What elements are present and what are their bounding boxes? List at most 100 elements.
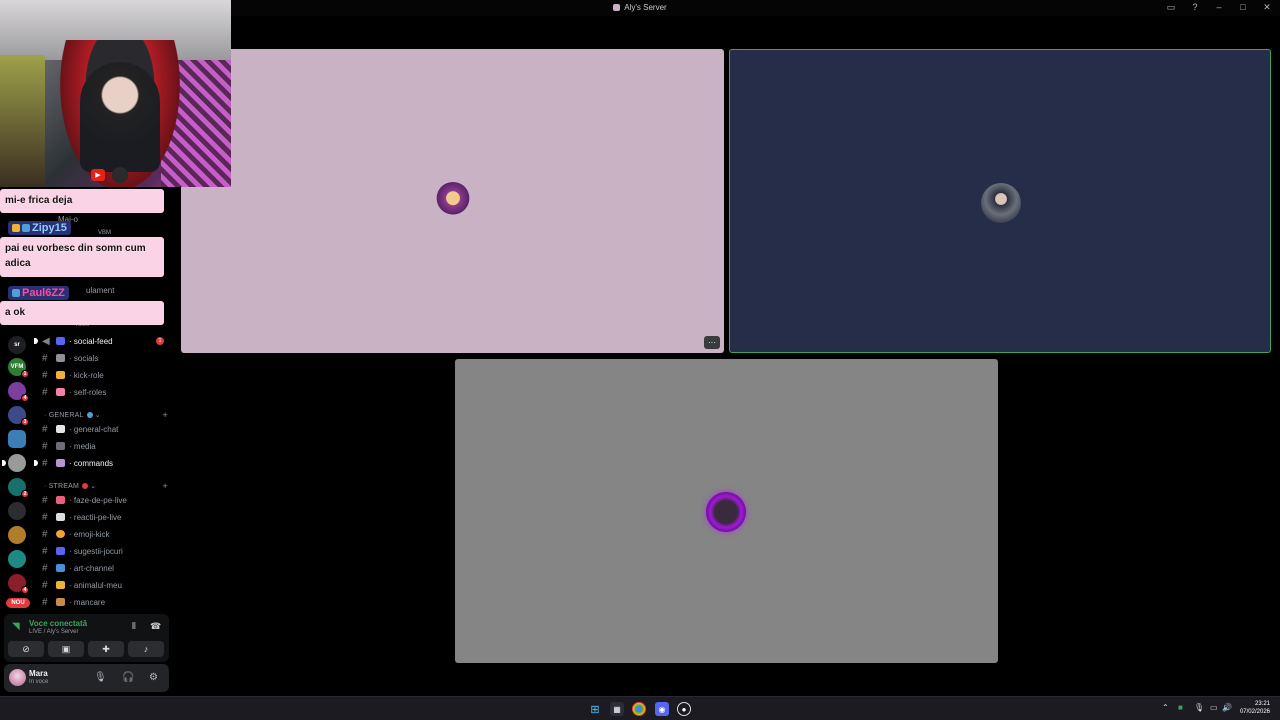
activities-button[interactable]: ✚ xyxy=(88,641,124,657)
channel-emoji xyxy=(56,513,65,521)
hash-icon: # xyxy=(42,596,48,608)
maximize-button[interactable]: □ xyxy=(1238,2,1248,13)
channel-emoji-kick[interactable]: # · emoji-kick xyxy=(42,527,170,541)
guild-item[interactable] xyxy=(8,430,26,448)
channel-reactii-pe-live[interactable]: # · reactii-pe-live xyxy=(42,510,170,524)
category-stream[interactable]: · STREAM ⌄ + xyxy=(44,480,168,492)
add-channel-icon[interactable]: + xyxy=(163,410,168,420)
microphone-icon[interactable]: 🎙 xyxy=(1194,703,1204,712)
guild-item[interactable]: sr xyxy=(8,336,26,354)
guild-item[interactable] xyxy=(2,454,26,472)
voice-connection-panel: ◥ Voce conectată LIVE / Aly's Server ⫴ ☎… xyxy=(4,614,169,662)
more-options-button[interactable]: ··· xyxy=(704,336,720,349)
channel-emoji xyxy=(56,496,65,504)
settings-icon[interactable]: ⚙ xyxy=(149,672,158,683)
noise-suppression-icon[interactable]: ⫴ xyxy=(132,621,136,632)
username[interactable]: Mara xyxy=(29,669,48,678)
signal-icon[interactable]: ◥ xyxy=(12,621,24,633)
guild-item[interactable] xyxy=(8,526,26,544)
chat-message: mi-e frica deja xyxy=(0,189,164,213)
link-icon xyxy=(56,354,65,362)
smile-icon xyxy=(56,530,65,538)
network-icon[interactable]: ▭ xyxy=(1210,703,1218,712)
participant-avatar xyxy=(981,183,1021,223)
close-button[interactable]: ✕ xyxy=(1262,2,1272,13)
streamer xyxy=(80,62,160,172)
headphones-icon[interactable]: 🎧 xyxy=(122,672,134,683)
screen-share-button[interactable]: ▣ xyxy=(48,641,84,657)
clock[interactable]: 23:21 07/02/2026 xyxy=(1240,700,1270,716)
sparkle-icon xyxy=(56,371,65,379)
notification-badge: 1 xyxy=(21,370,29,378)
channel-commands[interactable]: # · commands xyxy=(34,456,170,470)
participant-avatar xyxy=(706,492,746,532)
soundboard-button[interactable]: ♪ xyxy=(128,641,164,657)
guild-item[interactable]: 2 xyxy=(8,478,29,498)
badge-icon xyxy=(22,224,30,232)
camera-button[interactable]: ⊘ xyxy=(8,641,44,657)
hash-icon: # xyxy=(42,423,48,435)
discord-icon[interactable]: ◉ xyxy=(655,702,669,716)
microphone-icon[interactable]: 🎙 xyxy=(94,672,107,683)
minimize-button[interactable]: – xyxy=(1214,2,1224,13)
channel-media[interactable]: # · media xyxy=(42,439,170,453)
chrome-icon[interactable] xyxy=(632,702,646,716)
channel-animalul-meu[interactable]: # · animalul-meu xyxy=(42,578,170,592)
help-icon[interactable]: ? xyxy=(1190,2,1200,13)
channel-socials[interactable]: # · socials xyxy=(42,351,170,365)
start-button[interactable]: ⊞ xyxy=(588,702,602,716)
channel-self-roles[interactable]: # · self-roles xyxy=(42,385,170,399)
category-general[interactable]: · GENERAL ⌄ + xyxy=(44,409,168,421)
taskbar: ⊞ ▦ ◉ ● ⌃ ■ 🎙 ▭ 🔊 23:21 07/02/2026 xyxy=(0,696,1280,720)
voice-status[interactable]: Voce conectată xyxy=(29,619,87,628)
voice-channel-link[interactable]: LIVE / Aly's Server xyxy=(29,629,79,635)
activities-icon: ✚ xyxy=(102,643,110,654)
volume-icon[interactable]: 🔊 xyxy=(1222,703,1232,712)
calendar-icon[interactable]: ▦ xyxy=(610,702,624,716)
notification-badge: 4 xyxy=(21,394,29,402)
avatar[interactable] xyxy=(9,669,26,686)
inbox-icon[interactable]: ▭ xyxy=(1166,2,1176,13)
channel-kick-role[interactable]: # · kick-role xyxy=(42,368,170,382)
hash-icon: # xyxy=(42,562,48,574)
guild-item[interactable] xyxy=(8,502,26,520)
video-tile-2[interactable] xyxy=(729,49,1271,353)
notification-badge: 2 xyxy=(21,490,29,498)
new-badge: NOU xyxy=(6,598,30,608)
hash-icon: # xyxy=(42,386,48,398)
disconnect-icon[interactable]: ☎ xyxy=(150,621,161,632)
channel-sugestii-jocuri[interactable]: # · sugestii-jocuri xyxy=(42,544,170,558)
speech-icon xyxy=(56,425,65,433)
guild-item[interactable] xyxy=(8,550,26,568)
hash-icon: # xyxy=(42,352,48,364)
channel-mancare[interactable]: # · mancare xyxy=(42,595,170,609)
badge-icon xyxy=(12,224,20,232)
image-icon xyxy=(56,442,65,450)
channel-emoji xyxy=(56,337,65,345)
guild-item[interactable]: VFM 1 xyxy=(8,358,29,378)
cat-icon xyxy=(56,581,65,589)
soundboard-icon: ♪ xyxy=(143,644,149,654)
voice-user[interactable]: Mai-o xyxy=(58,212,186,226)
server-icon xyxy=(613,4,621,11)
channel-general-chat[interactable]: # · general-chat xyxy=(42,422,170,436)
camera-off-icon: ⊘ xyxy=(22,643,30,654)
channel-social-feed[interactable]: ◀ · social-feed 1 xyxy=(34,334,170,348)
globe-icon xyxy=(86,412,93,418)
chevron-up-icon[interactable]: ⌃ xyxy=(1162,703,1169,712)
channel-faze-de-pe-live[interactable]: # · faze-de-pe-live xyxy=(42,493,170,507)
channel-art-channel[interactable]: # · art-channel xyxy=(42,561,170,575)
hash-icon: # xyxy=(42,369,48,381)
guild-item[interactable]: 4 xyxy=(8,382,29,402)
guild-item[interactable]: 4 xyxy=(8,574,29,594)
hash-icon: # xyxy=(42,511,48,523)
channel-item-partial[interactable]: ulament xyxy=(86,283,214,297)
tray-app-icon[interactable]: ■ xyxy=(1178,703,1183,712)
guild-item[interactable]: 3 xyxy=(8,406,29,426)
add-channel-icon[interactable]: + xyxy=(163,481,168,491)
obs-icon[interactable]: ● xyxy=(677,702,691,716)
hash-icon: # xyxy=(42,457,48,469)
video-tile-1[interactable]: ··· xyxy=(181,49,724,353)
video-tile-3[interactable] xyxy=(455,359,998,663)
pill-icon xyxy=(56,388,65,396)
